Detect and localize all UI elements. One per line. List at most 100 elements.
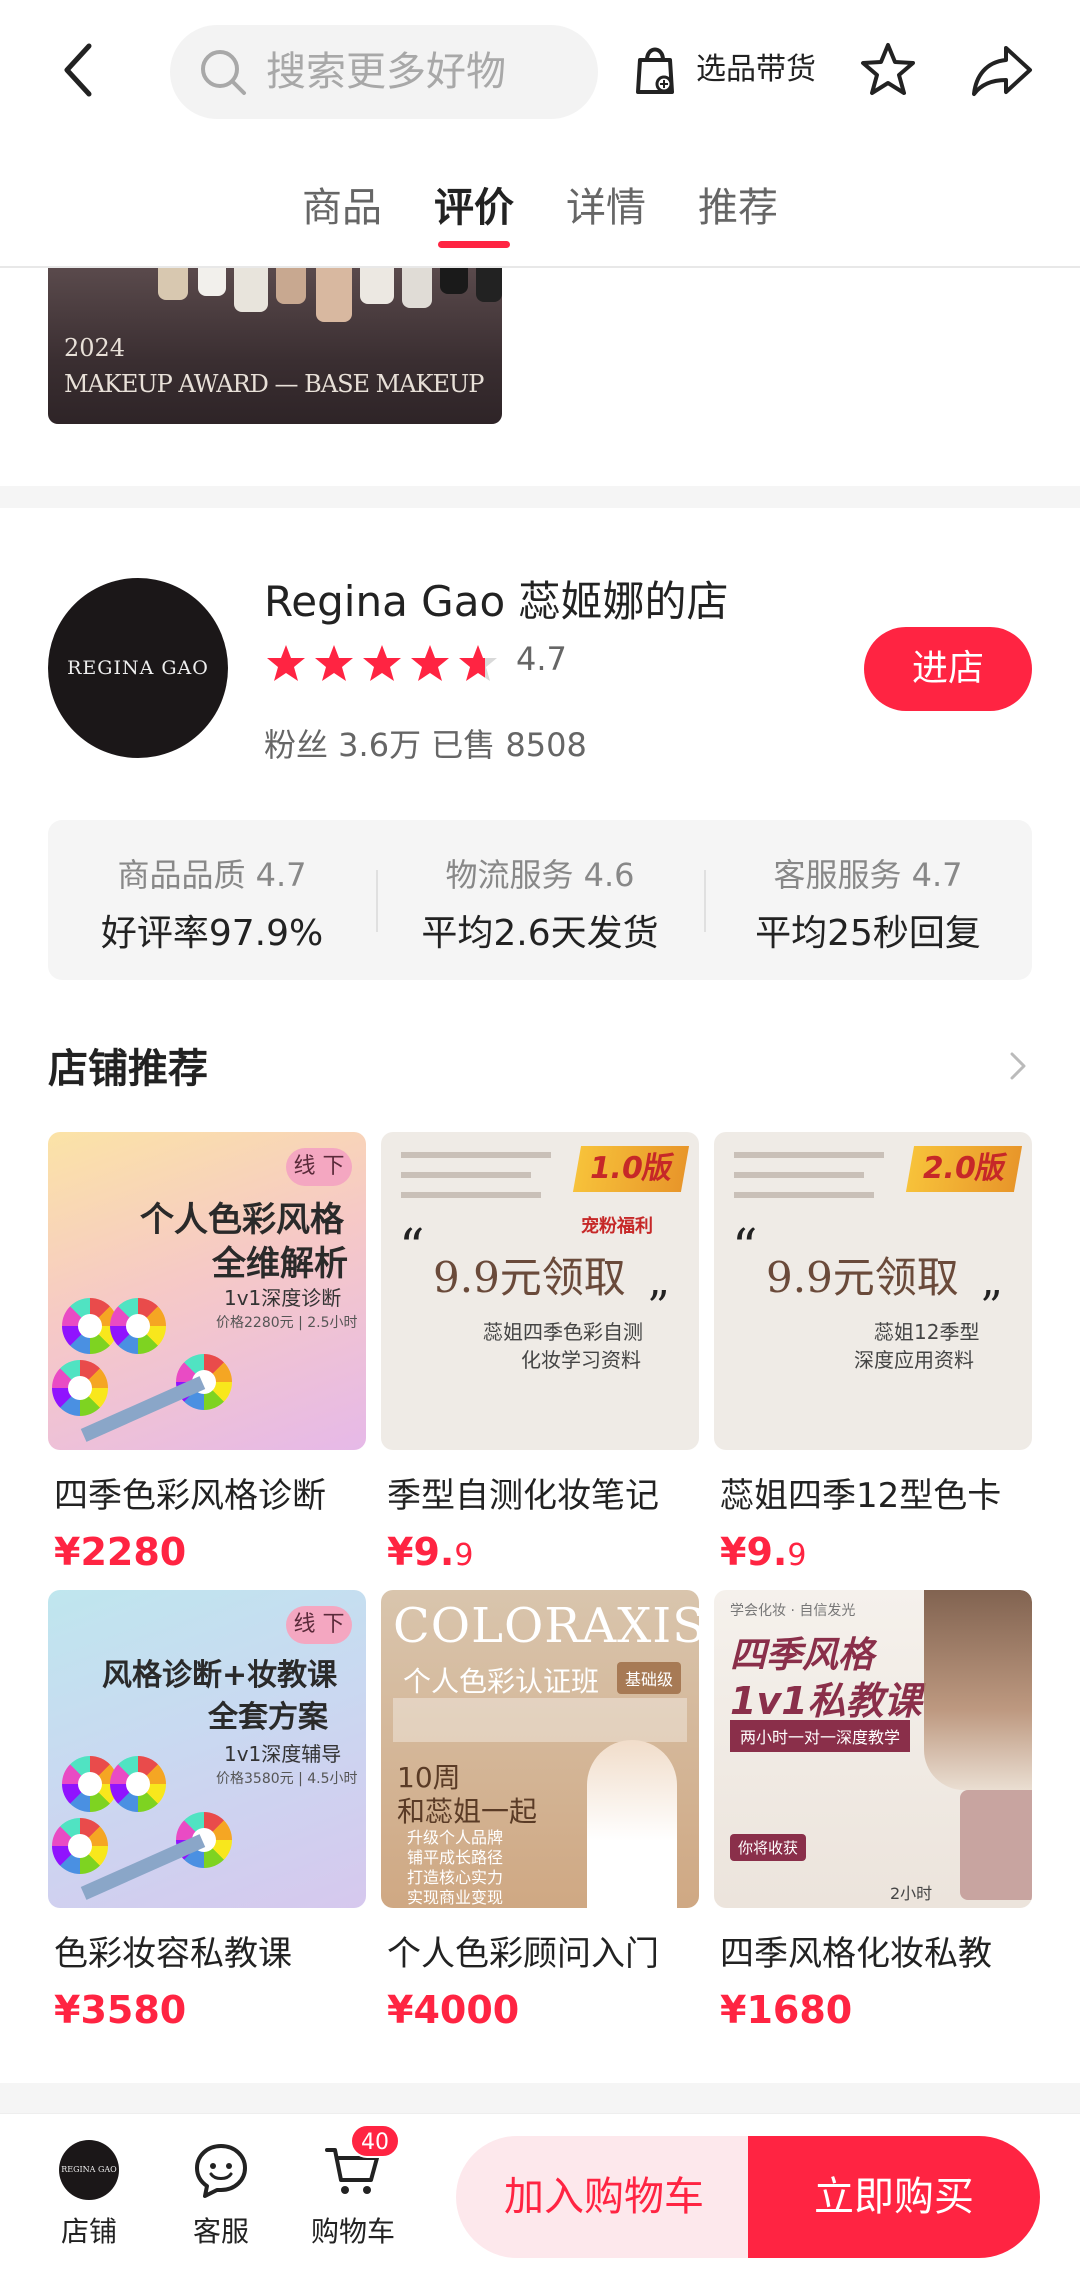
enter-shop-button[interactable]: 进店: [864, 627, 1032, 711]
product-thumbnail: 2.0版 “ 9.9元领取 ” 蕊姐12季型 深度应用资料: [714, 1132, 1032, 1450]
product-thumbnail: 线 下 风格诊断+妆教课 全套方案 1v1深度辅导 价格3580元 | 4.5小…: [48, 1590, 366, 1908]
product-thumbnail: 学会化妆 · 自信发光 四季风格 1v1私教课 两小时一对一深度教学 你将收获 …: [714, 1590, 1032, 1908]
bottle: [158, 268, 188, 300]
shop-name[interactable]: Regina Gao 蕊姬娜的店: [264, 568, 729, 629]
shop-recommend-title: 店铺推荐: [48, 1046, 208, 1092]
shop-logo-icon: REGINA GAO: [59, 2140, 119, 2200]
thumb-headline: 9.9元领取: [766, 1253, 959, 1302]
text-lines: [734, 1152, 884, 1158]
thumb-headline-2: 1v1私教课: [730, 1679, 922, 1723]
metric-title: 客服服务 4.7: [773, 856, 963, 894]
thumb-headline: 个人色彩认证班: [403, 1665, 600, 1698]
product-page: 搜索更多好物 选品带货 商品 评价 详情 推荐 2024 MAKEUP AWAR…: [0, 0, 1080, 2279]
section-tabs: 商品 评价 详情 推荐: [0, 145, 1080, 268]
bottle: [198, 268, 226, 296]
tab-recommend[interactable]: 推荐: [698, 175, 778, 233]
search-placeholder: 搜索更多好物: [266, 49, 506, 95]
text-lines: [401, 1152, 551, 1158]
product-price: ¥9.9: [720, 1530, 806, 1574]
quote-close-icon: ”: [647, 1282, 670, 1333]
price-decimal: 9: [454, 1538, 474, 1573]
quote-close-icon: ”: [980, 1282, 1003, 1333]
recommend-item[interactable]: COLORAXIS 个人色彩认证班 基础级 10周 和蕊姐一起 升级个人品牌 铺…: [381, 1590, 699, 2040]
level-badge: 基础级: [617, 1662, 682, 1694]
color-wheel-icon: [110, 1756, 166, 1812]
thumb-subtitle: 1v1深度辅导: [224, 1742, 342, 1766]
thumb-tag: 宠粉福利: [581, 1216, 653, 1237]
bottom-shop-label: 店铺: [60, 2215, 117, 2248]
metric-logistics: 物流服务 4.6 平均2.6天发货: [376, 820, 704, 980]
thumb-duration: 2小时: [890, 1884, 933, 1903]
metric-value: 平均2.6天发货: [421, 913, 659, 954]
back-icon[interactable]: [55, 40, 105, 100]
buy-now-button[interactable]: 立即购买: [748, 2136, 1040, 2258]
product-name: 个人色彩顾问入门: [387, 1934, 659, 1974]
bottle: [440, 268, 468, 294]
thumb-subtitle: 两小时一对一深度教学: [730, 1720, 911, 1752]
thumb-headline-2: 全套方案: [208, 1700, 328, 1735]
product-price: ¥2280: [54, 1530, 187, 1574]
award-caption: MAKEUP AWARD — BASE MAKEUP: [64, 370, 484, 398]
bottom-cart-label: 购物车: [310, 2215, 395, 2248]
bottle: [316, 268, 352, 322]
search-icon: [201, 50, 246, 95]
metric-service: 客服服务 4.7 平均25秒回复: [704, 820, 1032, 980]
product-name: 蕊姐四季12型色卡: [720, 1476, 1002, 1516]
price-decimal: 9: [787, 1538, 807, 1573]
bottle: [276, 268, 306, 304]
thumb-tag: 你将收获: [730, 1834, 807, 1861]
recommend-item[interactable]: 学会化妆 · 自信发光 四季风格 1v1私教课 两小时一对一深度教学 你将收获 …: [714, 1590, 1032, 2040]
shop-logo[interactable]: REGINA GAO: [48, 578, 228, 758]
recommend-item[interactable]: 1.0版 宠粉福利 “ 9.9元领取 ” 蕊姐四季色彩自测 化妆学习资料 季型自…: [381, 1132, 699, 1582]
chevron-right-icon[interactable]: [1006, 1046, 1032, 1086]
product-thumbnail: 线 下 个人色彩风格 全维解析 1v1深度诊断 价格2280元 | 2.5小时: [48, 1132, 366, 1450]
thumb-topline: 学会化妆 · 自信发光: [730, 1603, 856, 1619]
text-lines: [401, 1192, 541, 1198]
active-tab-indicator: [438, 241, 510, 248]
recommend-item[interactable]: 线 下 风格诊断+妆教课 全套方案 1v1深度辅导 价格3580元 | 4.5小…: [48, 1590, 366, 2040]
bottle: [402, 268, 432, 308]
tab-product[interactable]: 商品: [302, 175, 382, 233]
tab-details[interactable]: 详情: [566, 175, 646, 233]
bottle: [234, 268, 268, 312]
thumb-subtitle-2: 化妆学习资料: [521, 1348, 641, 1372]
metric-quality: 商品品质 4.7 好评率97.9%: [48, 820, 376, 980]
version-badge: 1.0版: [572, 1146, 690, 1192]
text-lines: [734, 1172, 864, 1178]
text-lines: [401, 1172, 531, 1178]
star-partial-icon: [459, 645, 497, 681]
version-badge: 2.0版: [905, 1146, 1023, 1192]
metric-title: 商品品质 4.7: [117, 856, 307, 894]
thumb-headline: 9.9元领取: [433, 1253, 626, 1302]
text-lines: [734, 1192, 874, 1198]
recommend-item[interactable]: 线 下 个人色彩风格 全维解析 1v1深度诊断 价格2280元 | 2.5小时 …: [48, 1132, 366, 1582]
thumb-headline: 个人色彩风格: [140, 1200, 344, 1240]
shop-rating-value: 4.7: [516, 640, 567, 678]
add-to-cart-button[interactable]: 加入购物车: [456, 2136, 752, 2258]
shop-card: REGINA GAO Regina Gao 蕊姬娜的店 4.7 粉丝 3.6万 …: [0, 508, 1080, 2083]
shop-stats: 粉丝 3.6万 已售 8508: [264, 726, 587, 764]
metric-title: 物流服务 4.6: [445, 856, 635, 894]
star-full-icon: [315, 645, 353, 681]
brand-name: COLORAXIS: [393, 1598, 699, 1654]
product-price: ¥1680: [720, 1988, 853, 2032]
favorite-star-icon[interactable]: [858, 40, 918, 100]
search-input[interactable]: 搜索更多好物: [170, 25, 598, 119]
share-icon[interactable]: [970, 40, 1034, 100]
offline-badge: 线 下: [286, 1606, 352, 1644]
tab-reviews[interactable]: 评价: [434, 175, 514, 233]
award-year: 2024: [64, 334, 126, 362]
palette-image: [960, 1790, 1032, 1900]
color-wheel-icon: [110, 1298, 166, 1354]
bottle: [360, 268, 394, 304]
bullet: 实现商业变现: [407, 1888, 504, 1907]
info-strip: [393, 1698, 687, 1742]
price-main: ¥9.: [387, 1530, 455, 1574]
bottom-action-bar: REGINA GAO 店铺 客服 40 购物车 加入购物车 立即购买: [0, 2113, 1080, 2279]
quote-open-icon: “: [732, 1218, 758, 1276]
recommend-item[interactable]: 2.0版 “ 9.9元领取 ” 蕊姐12季型 深度应用资料 蕊姐四季12型色卡 …: [714, 1132, 1032, 1582]
award-image[interactable]: 2024 MAKEUP AWARD — BASE MAKEUP: [48, 268, 502, 424]
award-section: 2024 MAKEUP AWARD — BASE MAKEUP: [0, 268, 1080, 486]
product-thumbnail: COLORAXIS 个人色彩认证班 基础级 10周 和蕊姐一起 升级个人品牌 铺…: [381, 1590, 699, 1908]
bottom-service-label: 客服: [192, 2215, 249, 2248]
